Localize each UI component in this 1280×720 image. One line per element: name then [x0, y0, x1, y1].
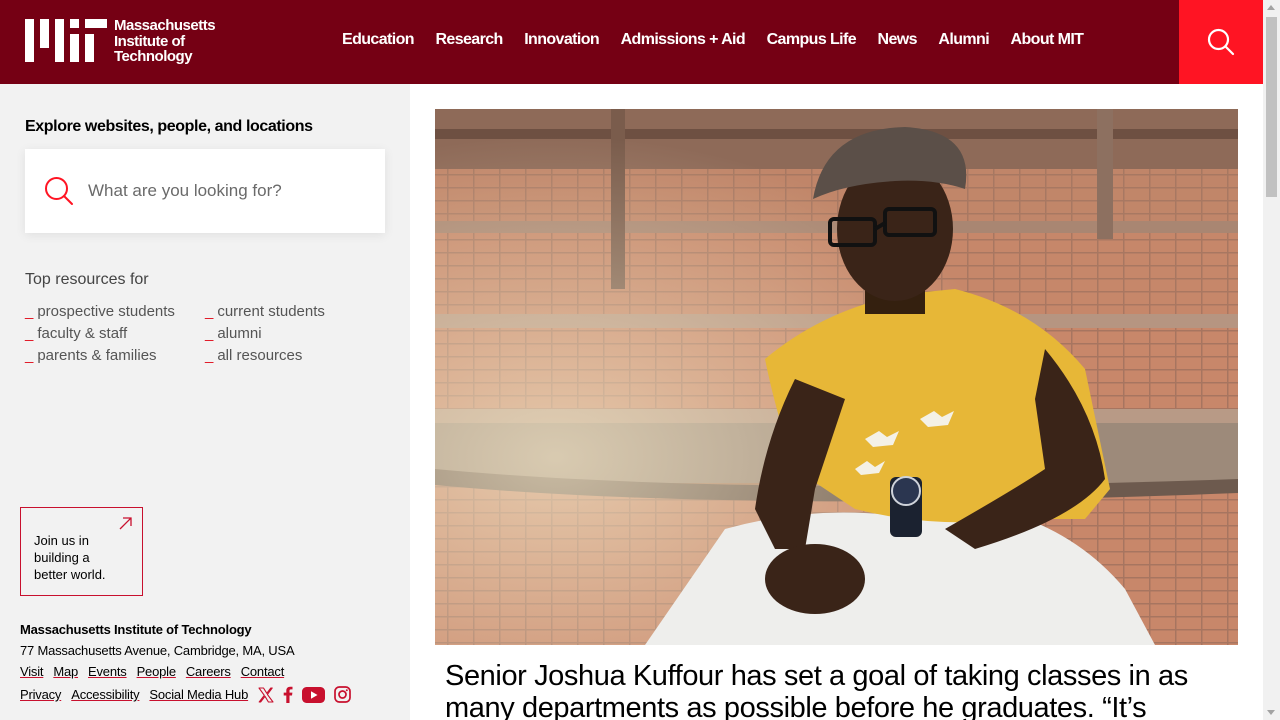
resource-prospective-students[interactable]: _ prospective students	[25, 303, 205, 320]
header-search-button[interactable]	[1179, 0, 1263, 84]
footer-link-accessibility[interactable]: Accessibility	[71, 687, 139, 702]
top-resources-label: Top resources for	[25, 271, 149, 288]
join-us-text: Join us in building a better world.	[34, 533, 106, 582]
footer-link-careers[interactable]: Careers	[186, 664, 231, 679]
social-links	[258, 686, 360, 703]
nav-campus-life[interactable]: Campus Life	[767, 31, 857, 49]
search-icon	[44, 176, 74, 206]
resource-faculty-staff[interactable]: _ faculty & staff	[25, 325, 205, 342]
nav-admissions-aid[interactable]: Admissions + Aid	[621, 31, 746, 49]
scrollbar-thumb[interactable]	[1266, 17, 1277, 197]
logo-line: Technology	[114, 48, 193, 65]
resource-parents-families[interactable]: _ parents & families	[25, 347, 205, 364]
mit-logo-mark	[25, 19, 107, 62]
resource-label: alumni	[217, 325, 262, 342]
youtube-icon[interactable]	[302, 686, 326, 703]
facebook-icon[interactable]	[283, 686, 293, 703]
footer-link-contact[interactable]: Contact	[241, 664, 285, 679]
footer-org-name: Massachusetts Institute of Technology	[20, 622, 252, 637]
external-arrow-icon	[119, 517, 132, 530]
x-icon[interactable]	[258, 686, 274, 703]
sidebar-footer: Massachusetts Institute of Technology 77…	[20, 622, 360, 703]
nav-about-mit[interactable]: About MIT	[1011, 31, 1084, 49]
sidebar-search-box[interactable]	[25, 149, 385, 233]
resource-alumni[interactable]: _ alumni	[205, 325, 385, 342]
footer-link-visit[interactable]: Visit	[20, 664, 44, 679]
resource-label: all resources	[217, 347, 303, 364]
hero-photo-illustration	[435, 109, 1238, 645]
logo-line: Massachusetts	[114, 17, 216, 34]
footer-link-social-media-hub[interactable]: Social Media Hub	[149, 687, 248, 702]
resource-label: faculty & staff	[37, 325, 128, 342]
story-headline[interactable]: Senior Joshua Kuffour has set a goal of …	[445, 660, 1245, 720]
footer-link-events[interactable]: Events	[88, 664, 127, 679]
nav-news[interactable]: News	[878, 31, 918, 49]
mit-logo-text: Massachusetts Institute of Technology	[114, 17, 216, 65]
search-input[interactable]	[88, 181, 358, 201]
footer-links-row-2: Privacy Accessibility Social Media Hub	[20, 686, 360, 703]
resource-all-resources[interactable]: _ all resources	[205, 347, 385, 364]
scroll-up-arrow-icon[interactable]	[1267, 5, 1275, 10]
instagram-icon[interactable]	[334, 686, 351, 703]
resource-label: parents & families	[37, 347, 157, 364]
main-nav: Education Research Innovation Admissions…	[342, 31, 1105, 49]
footer-link-privacy[interactable]: Privacy	[20, 687, 61, 702]
nav-alumni[interactable]: Alumni	[938, 31, 989, 49]
resource-label: current students	[217, 303, 325, 320]
site-header: Massachusetts Institute of Technology Ed…	[0, 0, 1263, 84]
resource-label: prospective students	[37, 303, 175, 320]
sidebar: Explore websites, people, and locations …	[0, 84, 410, 720]
nav-education[interactable]: Education	[342, 31, 415, 49]
search-icon	[1207, 28, 1235, 56]
footer-links-row: Visit Map Events People Careers Contact	[20, 664, 360, 679]
nav-research[interactable]: Research	[435, 31, 503, 49]
scroll-down-arrow-icon[interactable]	[1267, 710, 1275, 715]
resource-current-students[interactable]: _ current students	[205, 303, 385, 320]
nav-innovation[interactable]: Innovation	[524, 31, 599, 49]
explore-title: Explore websites, people, and locations	[25, 118, 313, 135]
footer-link-people[interactable]: People	[137, 664, 176, 679]
footer-link-map[interactable]: Map	[53, 664, 78, 679]
join-us-card[interactable]: Join us in building a better world.	[20, 507, 143, 596]
page-scrollbar[interactable]	[1263, 0, 1280, 720]
hero-photo	[435, 109, 1238, 645]
footer-address: 77 Massachusetts Avenue, Cambridge, MA, …	[20, 643, 295, 658]
logo-line: Institute of	[114, 32, 185, 50]
resources-list: _ prospective students _ current students …	[25, 303, 385, 364]
mit-logo[interactable]: Massachusetts Institute of Technology	[25, 17, 216, 65]
